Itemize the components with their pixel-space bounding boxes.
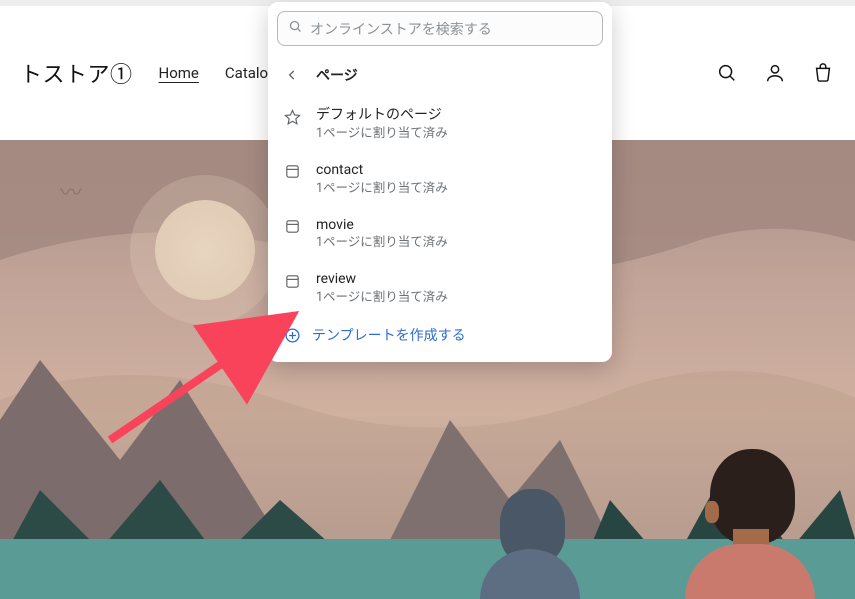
cloud-decoration: 〰	[60, 175, 82, 207]
create-template-label: テンプレートを作成する	[312, 325, 466, 345]
item-title: デフォルトのページ	[316, 106, 598, 125]
back-button[interactable]	[282, 65, 302, 85]
account-icon[interactable]	[763, 61, 787, 85]
nav-left: トストア① Home Catalog	[20, 57, 277, 89]
nav-link-home[interactable]: Home	[159, 64, 199, 82]
template-dropdown-panel: ページ デフォルトのページ 1ページに割り当て済み contact 1ページに割…	[268, 2, 612, 362]
plus-circle-icon	[282, 325, 302, 345]
item-text: review 1ページに割り当て済み	[316, 270, 598, 307]
search-input[interactable]	[310, 21, 592, 37]
section-title: ページ	[316, 65, 358, 85]
search-icon	[288, 19, 303, 38]
template-item-contact[interactable]: contact 1ページに割り当て済み	[268, 152, 612, 207]
template-item-movie[interactable]: movie 1ページに割り当て済み	[268, 207, 612, 262]
star-icon	[282, 107, 302, 127]
page-icon	[282, 217, 302, 237]
item-title: contact	[316, 161, 598, 180]
section-header: ページ	[268, 55, 612, 97]
page-icon	[282, 271, 302, 291]
item-title: review	[316, 270, 598, 289]
item-subtitle: 1ページに割り当て済み	[316, 126, 598, 143]
item-text: contact 1ページに割り当て済み	[316, 161, 598, 198]
item-subtitle: 1ページに割り当て済み	[316, 290, 598, 307]
header-icons	[715, 61, 835, 85]
item-title: movie	[316, 216, 598, 235]
search-icon[interactable]	[715, 61, 739, 85]
page-icon	[282, 162, 302, 182]
item-subtitle: 1ページに割り当て済み	[316, 235, 598, 252]
person-decoration	[480, 489, 600, 599]
cart-icon[interactable]	[811, 61, 835, 85]
search-box[interactable]	[277, 11, 603, 46]
template-item-review[interactable]: review 1ページに割り当て済み	[268, 261, 612, 316]
template-item-default[interactable]: デフォルトのページ 1ページに割り当て済み	[268, 97, 612, 152]
create-template-button[interactable]: テンプレートを作成する	[268, 316, 612, 354]
item-text: デフォルトのページ 1ページに割り当て済み	[316, 106, 598, 143]
item-subtitle: 1ページに割り当て済み	[316, 181, 598, 198]
sun-decoration	[155, 200, 255, 300]
store-name: トストア①	[20, 57, 133, 89]
person-decoration	[685, 449, 825, 599]
item-text: movie 1ページに割り当て済み	[316, 216, 598, 253]
search-row	[268, 2, 612, 55]
